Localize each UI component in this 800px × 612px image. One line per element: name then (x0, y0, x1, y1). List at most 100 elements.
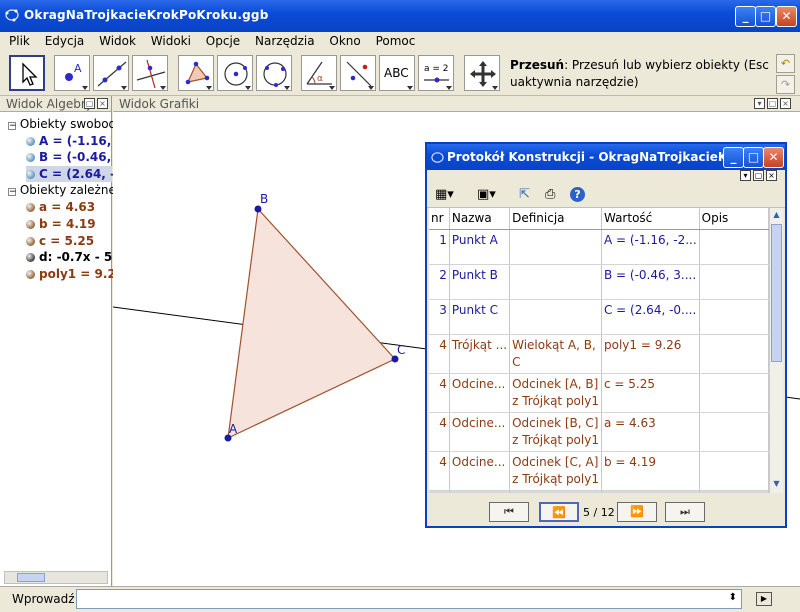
algebra-view-close-icon[interactable]: × (97, 98, 108, 109)
protocol-cell-value[interactable]: a = 4.63 (601, 412, 700, 452)
protocol-cell-value[interactable]: c = 5.25 (601, 373, 700, 413)
triangle-polygon[interactable] (227, 207, 396, 440)
input-field[interactable]: ⬍ (76, 589, 742, 609)
free-objects-header[interactable]: − Obiekty swobod (8, 116, 116, 132)
menu-widok[interactable]: Widok (94, 32, 141, 50)
move-tool-button[interactable] (9, 55, 45, 91)
undo-icon[interactable]: ↶ (776, 54, 795, 73)
close-button[interactable]: ✕ (776, 6, 797, 27)
help-icon[interactable]: ? (570, 187, 585, 202)
visibility-toggle-icon[interactable] (26, 270, 35, 279)
protocol-cell-name[interactable]: Trójkąt ... (449, 334, 511, 374)
menu-edycja[interactable]: Edycja (40, 32, 90, 50)
first-step-button[interactable]: ⏮ (489, 502, 529, 522)
protocol-cell-nr[interactable]: 4 (429, 412, 450, 452)
circle-three-points-tool-button[interactable] (256, 55, 292, 91)
protocol-cell-definition[interactable]: Wielokąt A, B, C (509, 334, 602, 374)
visibility-toggle-icon[interactable] (26, 203, 35, 212)
visibility-toggle-icon[interactable] (26, 170, 35, 179)
protocol-cell-nr[interactable]: 4 (429, 334, 450, 374)
move-view-tool-button[interactable] (464, 55, 500, 91)
protocol-row[interactable]: 5Prosta dSymetralna cd: -0.7x - 5.2... (429, 490, 769, 493)
minimize-button[interactable]: _ (735, 6, 756, 27)
protocol-cell-nr[interactable]: 5 (429, 490, 450, 493)
dependent-objects-header[interactable]: − Obiekty zależne (8, 182, 116, 198)
protocol-cell-description[interactable] (699, 373, 769, 413)
horizontal-scrollbar[interactable] (4, 571, 108, 584)
redo-icon[interactable]: ↷ (776, 75, 795, 94)
algebra-view-undock-icon[interactable]: ▢ (84, 98, 95, 109)
algebra-item[interactable]: d: -0.7x - 5.2 (26, 249, 125, 265)
column-header-wartosc[interactable]: Wartość (601, 208, 700, 230)
protocol-cell-name[interactable]: Odcine... (449, 412, 511, 452)
algebra-item[interactable]: b = 4.19 (26, 216, 96, 232)
polygon-tool-button[interactable] (178, 55, 214, 91)
protocol-cell-nr[interactable]: 4 (429, 451, 450, 491)
menu-okno[interactable]: Okno (324, 32, 365, 50)
protocol-cell-value[interactable]: A = (-1.16, -2... (601, 229, 700, 265)
menu-plik[interactable]: Plik (4, 32, 35, 50)
protocol-row[interactable]: 4 Odcine... Odcinek [B, C] z Trójkąt poly1 a… (429, 412, 769, 452)
print-icon[interactable]: ⎙ (545, 187, 555, 202)
line-tool-button[interactable] (93, 55, 129, 91)
protocol-maximize-button[interactable]: □ (743, 147, 764, 168)
graphics-view-undock-icon[interactable]: ▢ (767, 98, 778, 109)
protocol-cell-description[interactable] (699, 229, 769, 265)
scrollbar-thumb[interactable] (17, 573, 45, 582)
protocol-cell-definition[interactable]: Odcinek [B, C] z Trójkąt poly1 (509, 412, 602, 452)
protocol-cell-name[interactable]: Odcine... (449, 373, 511, 413)
protocol-cell-description[interactable] (699, 451, 769, 491)
protocol-cell-value[interactable]: C = (2.64, -0.... (601, 299, 700, 335)
protocol-cell-definition[interactable]: Odcinek [C, A] z Trójkąt poly1 (509, 451, 602, 491)
visibility-toggle-icon[interactable] (26, 253, 35, 262)
visibility-toggle-icon[interactable] (26, 153, 35, 162)
protocol-cell-name[interactable]: Punkt A (449, 229, 511, 265)
collapse-icon[interactable]: − (8, 122, 17, 131)
menu-narzedzia[interactable]: Narzędzia (250, 32, 320, 50)
collapse-icon[interactable]: − (8, 188, 17, 197)
scrollbar-thumb[interactable] (771, 224, 782, 362)
slider-tool-button[interactable]: a = 2 (418, 55, 454, 91)
last-step-button[interactable]: ⏭ (665, 502, 705, 522)
visibility-toggle-icon[interactable] (26, 137, 35, 146)
protocol-undock-icon[interactable]: ▢ (753, 170, 764, 181)
protocol-minimize-button[interactable]: _ (723, 147, 744, 168)
protocol-cell-value[interactable]: b = 4.19 (601, 451, 700, 491)
next-step-button[interactable]: ⏩ (617, 502, 657, 522)
protocol-row[interactable]: 3 Punkt C C = (2.64, -0.... (429, 299, 769, 335)
protocol-vertical-scrollbar[interactable]: ▲ ▼ (769, 208, 783, 493)
column-header-nazwa[interactable]: Nazwa (449, 208, 511, 230)
menu-opcje[interactable]: Opcje (201, 32, 245, 50)
protocol-panel-close-icon[interactable]: × (766, 170, 777, 181)
protocol-cell-description[interactable] (699, 264, 769, 300)
protocol-cell-value[interactable]: B = (-0.46, 3.... (601, 264, 700, 300)
circle-tool-button[interactable] (217, 55, 253, 91)
protocol-close-button[interactable]: ✕ (763, 147, 784, 168)
protocol-cell-name[interactable]: Punkt C (449, 299, 511, 335)
text-tool-button[interactable]: ABC (379, 55, 415, 91)
visibility-toggle-icon[interactable] (26, 237, 35, 246)
protocol-cell-name[interactable]: Prosta d (449, 490, 511, 493)
columns-menu-icon[interactable]: ▦▾ (435, 187, 454, 202)
protocol-cell-nr[interactable]: 2 (429, 264, 450, 300)
algebra-item[interactable]: a = 4.63 (26, 199, 95, 215)
graphics-view-menu-icon[interactable]: ▾ (754, 98, 765, 109)
algebra-item[interactable]: c = 5.25 (26, 233, 94, 249)
column-header-opis[interactable]: Opis (699, 208, 769, 230)
protocol-cell-nr[interactable]: 4 (429, 373, 450, 413)
export-icon[interactable]: ⇱ (519, 187, 530, 202)
maximize-button[interactable]: □ (755, 6, 776, 27)
options-menu-icon[interactable]: ▣▾ (477, 187, 496, 202)
protocol-row[interactable]: 1 Punkt A A = (-1.16, -2... (429, 229, 769, 265)
protocol-cell-definition[interactable] (509, 299, 602, 335)
scroll-up-icon[interactable]: ▲ (771, 210, 782, 221)
protocol-cell-description[interactable] (699, 490, 769, 493)
protocol-cell-definition[interactable] (509, 229, 602, 265)
menu-widoki[interactable]: Widoki (146, 32, 196, 50)
input-help-icon[interactable]: ▶ (756, 592, 772, 606)
protocol-row[interactable]: 4 Odcine... Odcinek [A, B] z Trójkąt poly1 c… (429, 373, 769, 413)
protocol-cell-value[interactable]: poly1 = 9.26 (601, 334, 700, 374)
input-history-icon[interactable]: ⬍ (729, 592, 737, 603)
graphics-view-close-icon[interactable]: × (780, 98, 791, 109)
perpendicular-line-tool-button[interactable] (132, 55, 168, 91)
